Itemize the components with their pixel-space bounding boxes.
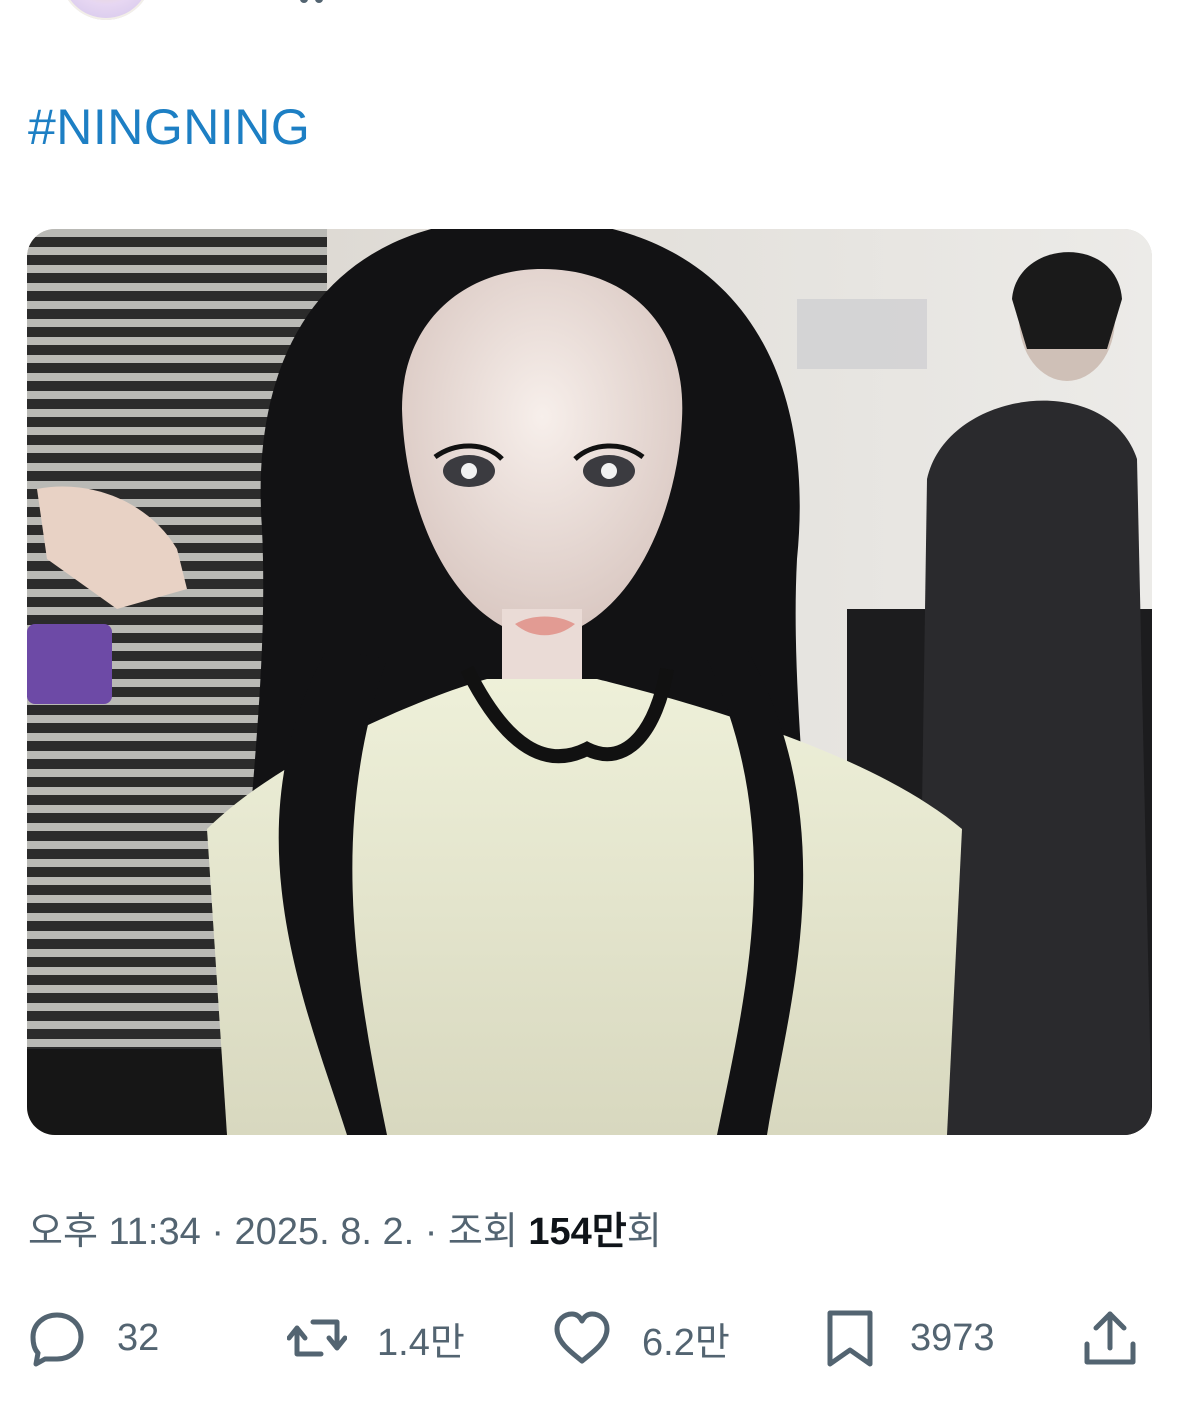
reply-button[interactable]: 32 — [27, 1306, 159, 1370]
bookmark-button[interactable]: 3973 — [820, 1306, 995, 1370]
heart-icon — [554, 1311, 610, 1364]
reply-count: 32 — [117, 1316, 160, 1359]
meta-separator: · — [200, 1211, 235, 1253]
media-photo[interactable] — [27, 229, 1152, 1135]
meta-separator: · — [414, 1211, 448, 1253]
like-count: 6.2만 — [642, 1321, 730, 1364]
views-prefix: 조회 — [447, 1211, 529, 1253]
tweet-date[interactable]: 2025. 8. 2. — [235, 1211, 415, 1253]
action-bar: 32 1.4만 6.2만 3973 — [0, 1296, 1179, 1386]
author-handle-fragment — [300, 0, 360, 6]
speech-bubble-icon — [30, 1312, 84, 1367]
share-button[interactable] — [1080, 1306, 1140, 1370]
author-avatar[interactable] — [60, 0, 152, 20]
tweet-metadata: 오후 11:34 · 2025. 8. 2. · 조회 154만회 — [28, 1207, 662, 1257]
views-count[interactable]: 154만 — [528, 1211, 626, 1253]
like-button[interactable]: 6.2만 — [552, 1306, 730, 1370]
repost-button[interactable]: 1.4만 — [287, 1306, 465, 1370]
tweet-time[interactable]: 오후 11:34 — [28, 1211, 201, 1253]
repost-arrows-icon — [287, 1319, 347, 1357]
repost-count: 1.4만 — [377, 1321, 465, 1364]
bookmark-icon — [827, 1310, 873, 1367]
bookmark-count: 3973 — [910, 1316, 995, 1359]
share-upload-icon — [1084, 1311, 1136, 1365]
photo-illustration — [27, 229, 1152, 1135]
views-suffix: 회 — [626, 1211, 662, 1253]
hashtag-link[interactable]: #NINGNING — [28, 97, 310, 157]
